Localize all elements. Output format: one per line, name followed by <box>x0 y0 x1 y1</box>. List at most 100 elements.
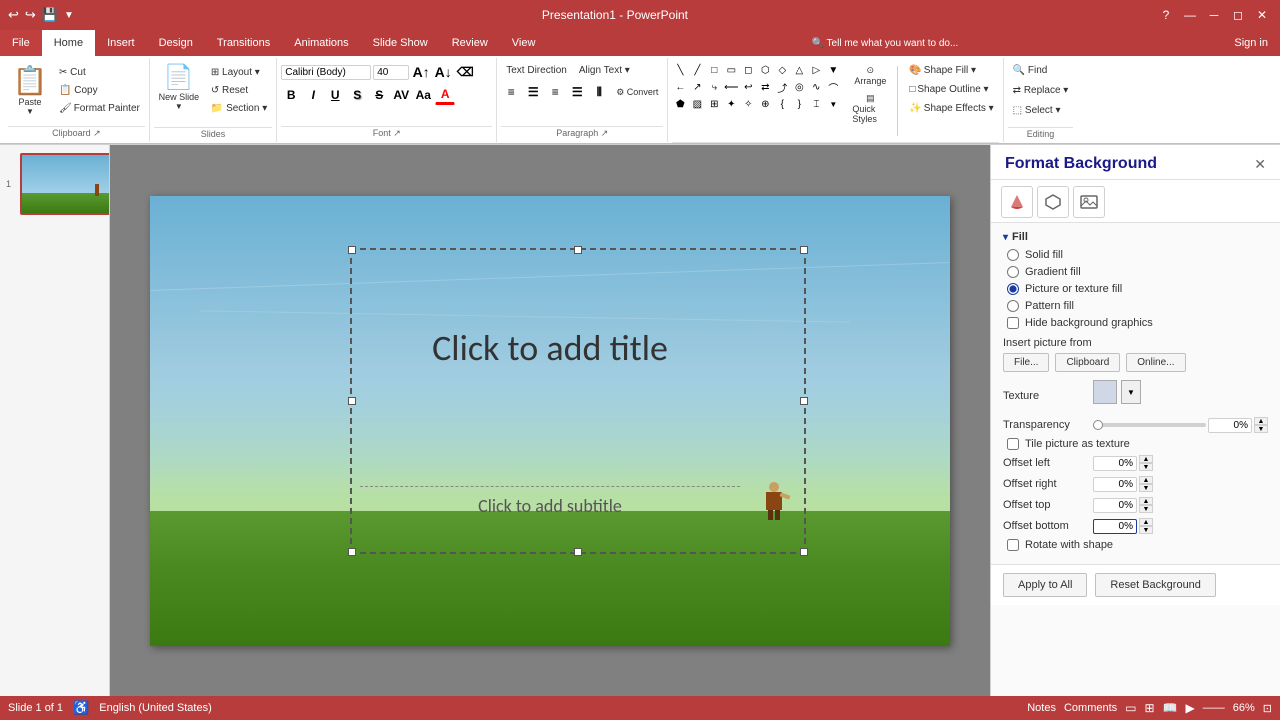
slide-thumbnail-1[interactable] <box>20 153 110 215</box>
reset-button[interactable]: ↺ Reset <box>206 82 272 99</box>
italic-button[interactable]: I <box>303 85 323 105</box>
offset-bottom-value[interactable] <box>1093 519 1137 534</box>
layout-button[interactable]: ⊞ Layout ▾ <box>206 64 272 81</box>
transparency-up[interactable]: ▲ <box>1254 417 1268 425</box>
strikethrough-button[interactable]: S <box>369 85 389 105</box>
customize-icon[interactable]: ▼ <box>64 10 74 21</box>
increase-font-button[interactable]: A↑ <box>411 62 431 82</box>
tab-file[interactable]: File <box>0 30 42 56</box>
handle-tl[interactable] <box>348 246 356 254</box>
undo-icon[interactable]: ↩ <box>8 7 19 23</box>
notes-button[interactable]: Notes <box>1027 702 1056 714</box>
canvas-area[interactable]: Click to add title Click to add subtitle <box>110 145 990 696</box>
tab-insert[interactable]: Insert <box>95 30 147 56</box>
close-icon[interactable]: ✕ <box>1252 5 1272 25</box>
align-center-button[interactable]: ☰ <box>523 82 543 102</box>
clipboard-expand[interactable]: ↗ <box>93 128 101 138</box>
handle-tr[interactable] <box>800 246 808 254</box>
char-spacing-button[interactable]: AV <box>391 85 411 105</box>
tab-slideshow[interactable]: Slide Show <box>361 30 440 56</box>
offset-right-up[interactable]: ▲ <box>1139 476 1153 484</box>
text-direction-button[interactable]: Text Direction <box>501 62 572 79</box>
handle-mr[interactable] <box>800 397 808 405</box>
tab-animations[interactable]: Animations <box>282 30 360 56</box>
comments-button[interactable]: Comments <box>1064 702 1117 714</box>
font-size-input[interactable] <box>373 65 409 80</box>
rotate-with-shape-checkbox[interactable] <box>1007 539 1019 551</box>
transparency-thumb[interactable] <box>1093 420 1103 430</box>
shape-m8[interactable]: } <box>791 96 807 112</box>
tab-home[interactable]: Home <box>42 30 95 56</box>
section-button[interactable]: 📁 Section ▾ <box>206 100 272 117</box>
shape-fill-button[interactable]: 🎨 Shape Fill ▾ <box>904 62 998 79</box>
handle-bl[interactable] <box>348 548 356 556</box>
shape-line[interactable]: ╲ <box>672 62 688 78</box>
ribbon-minimize-icon[interactable]: — <box>1180 5 1200 25</box>
shape-more4[interactable]: △ <box>791 62 807 78</box>
copy-button[interactable]: 📋 Copy <box>54 82 145 99</box>
panel-tab-fill[interactable] <box>1001 186 1033 218</box>
columns-button[interactable]: ⫴ <box>589 82 609 102</box>
offset-left-down[interactable]: ▼ <box>1139 463 1153 471</box>
clipboard-button[interactable]: Clipboard <box>1055 353 1120 372</box>
picture-fill-radio[interactable] <box>1007 283 1019 295</box>
offset-bottom-up[interactable]: ▲ <box>1139 518 1153 526</box>
search-bar[interactable]: 🔍 Tell me what you want to do... <box>812 38 959 49</box>
align-text-button[interactable]: Align Text ▾ <box>574 62 635 79</box>
transparency-down[interactable]: ▼ <box>1254 425 1268 433</box>
shape-m3[interactable]: ⊞ <box>706 96 722 112</box>
tab-view[interactable]: View <box>500 30 548 56</box>
shape-arrow1[interactable]: ← <box>672 79 688 95</box>
sign-in-btn[interactable]: Sign in <box>1222 30 1280 56</box>
new-slide-arrow[interactable]: ▼ <box>175 102 183 111</box>
handle-br[interactable] <box>800 548 808 556</box>
shape-rounded-rect[interactable]: ▭ <box>723 62 739 78</box>
solid-fill-radio[interactable] <box>1007 249 1019 261</box>
offset-right-value[interactable] <box>1093 477 1137 492</box>
justify-button[interactable]: ☰ <box>567 82 587 102</box>
quick-styles-button[interactable]: ▤ Quick Styles <box>847 90 893 127</box>
title-placeholder[interactable]: Click to add title <box>360 326 740 370</box>
shape-m9[interactable]: ⌶ <box>808 96 824 112</box>
shape-m7[interactable]: { <box>774 96 790 112</box>
online-button[interactable]: Online... <box>1126 353 1185 372</box>
offset-left-up[interactable]: ▲ <box>1139 455 1153 463</box>
tab-review[interactable]: Review <box>440 30 500 56</box>
accessibility-icon[interactable]: ♿ <box>73 700 89 716</box>
shape-m6[interactable]: ⊕ <box>757 96 773 112</box>
offset-right-down[interactable]: ▼ <box>1139 484 1153 492</box>
shape-more-btn[interactable]: ▼ <box>825 96 841 112</box>
replace-button[interactable]: ⇄ Replace ▾ <box>1008 82 1074 99</box>
arrange-button[interactable]: ⊙ Arrange <box>847 62 893 89</box>
shape-dropdown[interactable]: ▼ <box>825 62 841 78</box>
shape-more1[interactable]: ◻ <box>740 62 756 78</box>
subtitle-placeholder[interactable]: Click to add subtitle <box>360 486 740 517</box>
shadow-button[interactable]: S <box>347 85 367 105</box>
shape-arrow4[interactable]: ⟵ <box>723 79 739 95</box>
transparency-slider[interactable] <box>1093 423 1206 427</box>
shape-more6[interactable]: ◎ <box>791 79 807 95</box>
convert-smartart-button[interactable]: ⚙ Convert <box>611 84 663 101</box>
align-left-button[interactable]: ≡ <box>501 82 521 102</box>
restore-icon[interactable]: ◻ <box>1228 5 1248 25</box>
format-painter-button[interactable]: 🖌 Format Painter <box>54 100 145 117</box>
shape-m2[interactable]: ▨ <box>689 96 705 112</box>
shape-outline-button[interactable]: □ Shape Outline ▾ <box>904 81 998 98</box>
reading-view-icon[interactable]: 📖 <box>1163 701 1178 715</box>
shape-more7[interactable]: ∿ <box>808 79 824 95</box>
decrease-font-button[interactable]: A↓ <box>433 62 453 82</box>
shape-arrow2[interactable]: ↗ <box>689 79 705 95</box>
shape-arrow3[interactable]: ⤷ <box>706 79 722 95</box>
change-case-button[interactable]: Aa <box>413 85 433 105</box>
slideshow-icon[interactable]: ▶ <box>1186 701 1195 715</box>
normal-view-icon[interactable]: ▭ <box>1125 701 1136 715</box>
fill-section-header[interactable]: ▾ Fill <box>1003 231 1268 243</box>
shape-more8[interactable]: ⌒ <box>825 79 841 95</box>
panel-close-button[interactable]: ✕ <box>1254 156 1266 173</box>
offset-top-up[interactable]: ▲ <box>1139 497 1153 505</box>
gradient-fill-radio[interactable] <box>1007 266 1019 278</box>
tab-transitions[interactable]: Transitions <box>205 30 282 56</box>
help-icon[interactable]: ? <box>1156 5 1176 25</box>
shape-effects-button[interactable]: ✨ Shape Effects ▾ <box>904 100 998 117</box>
shape-line2[interactable]: ╱ <box>689 62 705 78</box>
